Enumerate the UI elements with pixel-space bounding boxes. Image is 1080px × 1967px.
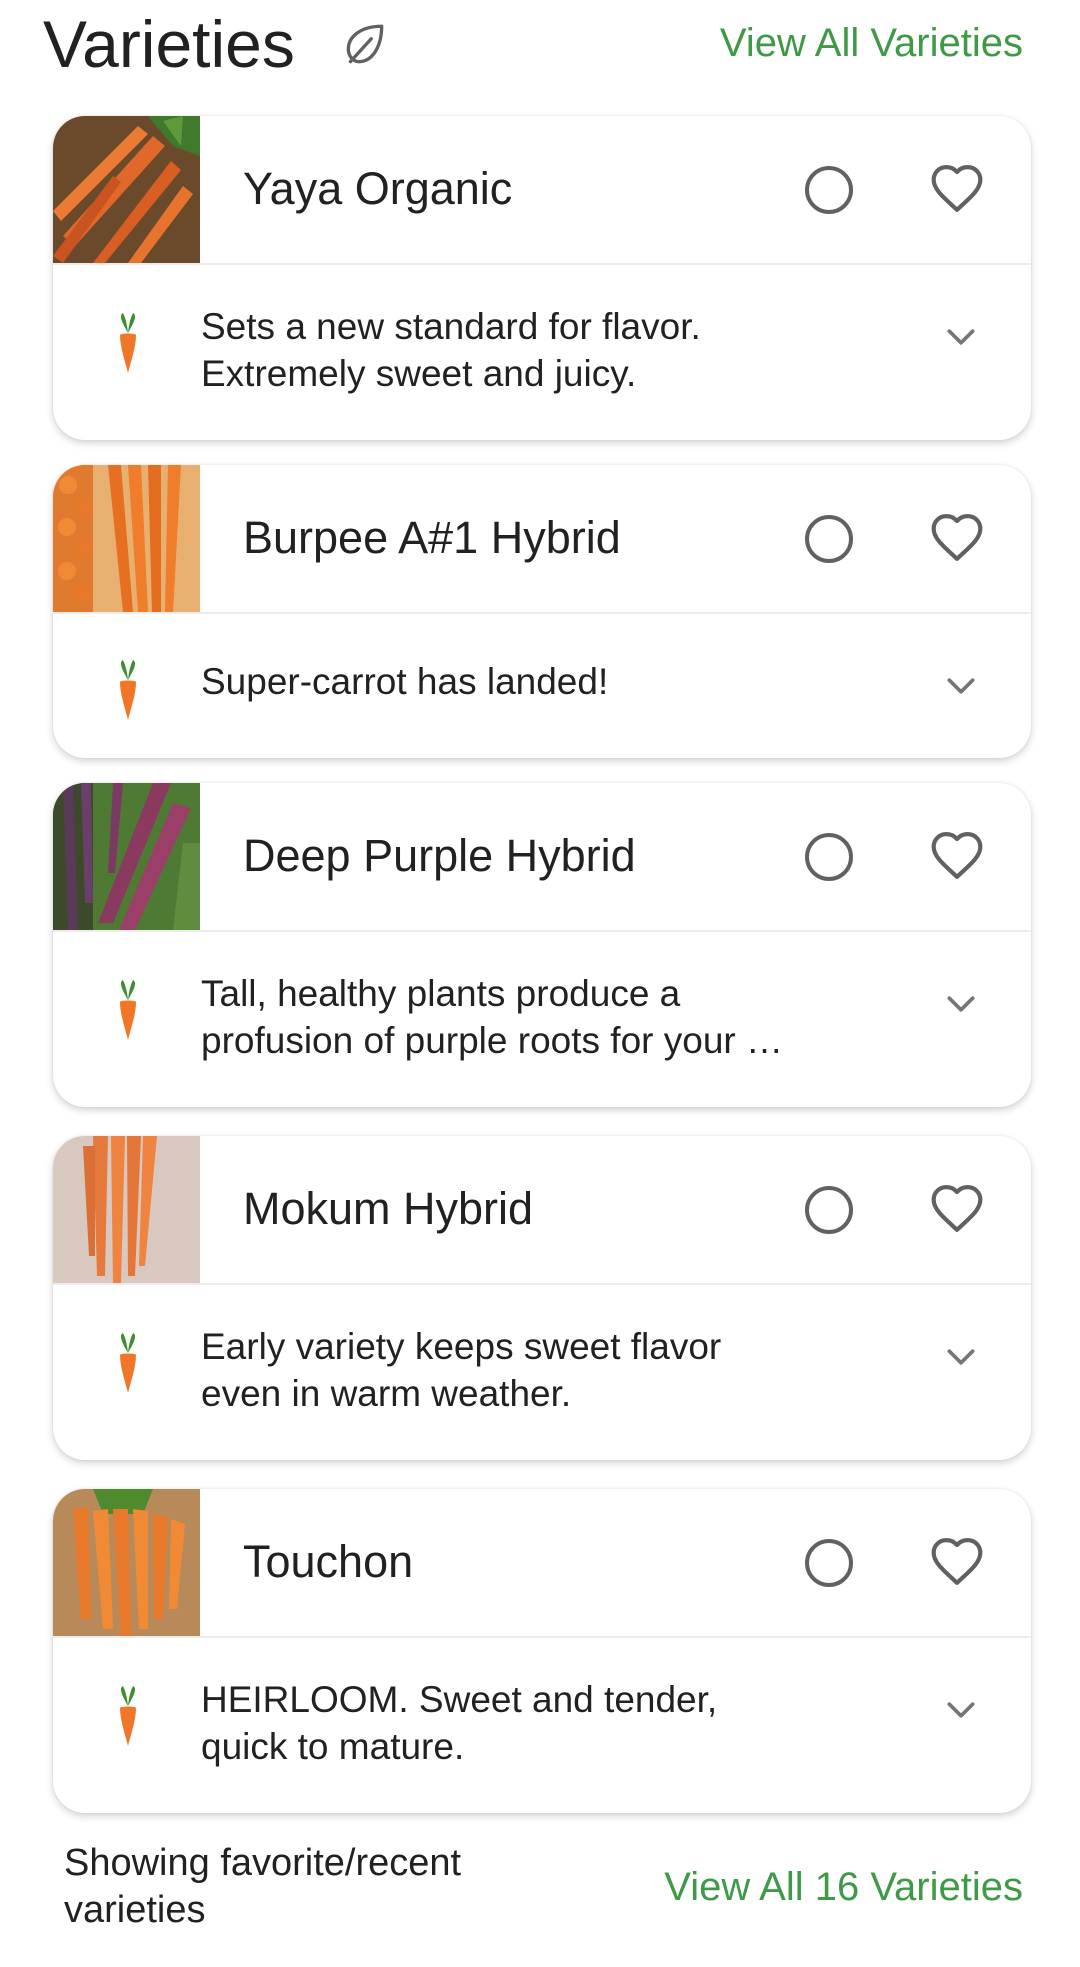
circle-outline-icon[interactable]: [803, 1537, 855, 1589]
variety-description: HEIRLOOM. Sweet and tender, quick to mat…: [201, 1676, 821, 1770]
carrot-icon: [120, 313, 136, 373]
variety-card-burpee-a1-hybrid[interactable]: Burpee A#1 Hybrid Super-carrot has lande…: [53, 465, 1031, 758]
carrot-icon: [120, 980, 136, 1040]
circle-outline-icon[interactable]: [803, 1184, 855, 1236]
chevron-down-icon[interactable]: [941, 666, 981, 706]
variety-card-deep-purple-hybrid[interactable]: Deep Purple Hybrid Tall, healthy plants …: [53, 783, 1031, 1107]
variety-card-yaya-organic[interactable]: Yaya Organic Sets a new standard for fla…: [53, 116, 1031, 440]
heart-outline-icon[interactable]: [929, 1182, 985, 1238]
chevron-down-icon[interactable]: [941, 1690, 981, 1730]
variety-card-header[interactable]: Yaya Organic: [53, 116, 1031, 265]
carrot-icon: [120, 1333, 136, 1393]
page-title: Varieties: [43, 7, 295, 81]
variety-description: Super-carrot has landed!: [201, 658, 821, 705]
variety-card-header[interactable]: Deep Purple Hybrid: [53, 783, 1031, 932]
footer-note: Showing favorite/recent varieties: [64, 1840, 584, 1934]
description-line: Sets a new standard for flavor.: [201, 306, 701, 347]
carrot-icon: [120, 660, 136, 720]
variety-name: Deep Purple Hybrid: [243, 830, 636, 881]
description-line: Tall, healthy plants produce a: [201, 973, 681, 1014]
heart-outline-icon[interactable]: [929, 511, 985, 567]
description-line: Early variety keeps sweet flavor: [201, 1326, 722, 1367]
variety-thumbnail: [53, 1136, 200, 1283]
carrot-icon: [120, 1686, 136, 1746]
variety-name: Yaya Organic: [243, 163, 513, 214]
heart-outline-icon[interactable]: [929, 829, 985, 885]
footer-note-line: varieties: [64, 1889, 206, 1931]
description-line: profusion of purple roots for your …: [201, 1020, 784, 1061]
description-line: Super-carrot has landed!: [201, 661, 609, 702]
variety-name: Touchon: [243, 1536, 414, 1587]
description-line: Extremely sweet and juicy.: [201, 353, 637, 394]
circle-outline-icon[interactable]: [803, 513, 855, 565]
section-header: Varieties View All Varieties: [0, 0, 1080, 100]
circle-outline-icon[interactable]: [803, 164, 855, 216]
variety-thumbnail: [53, 465, 200, 612]
chevron-down-icon[interactable]: [941, 317, 981, 357]
heart-outline-icon[interactable]: [929, 1535, 985, 1591]
description-line: HEIRLOOM. Sweet and tender,: [201, 1679, 718, 1720]
variety-description: Tall, healthy plants produce a profusion…: [201, 970, 821, 1064]
leaf-icon: [346, 24, 384, 64]
description-line: quick to mature.: [201, 1726, 465, 1767]
chevron-down-icon[interactable]: [941, 1337, 981, 1377]
circle-outline-icon[interactable]: [803, 831, 855, 883]
footer-note-line: Showing favorite/recent: [64, 1842, 462, 1884]
variety-name: Burpee A#1 Hybrid: [243, 512, 621, 563]
variety-card-header[interactable]: Mokum Hybrid: [53, 1136, 1031, 1285]
variety-description: Early variety keeps sweet flavor even in…: [201, 1323, 821, 1417]
variety-card-mokum-hybrid[interactable]: Mokum Hybrid Early variety keeps sweet f…: [53, 1136, 1031, 1460]
variety-name: Mokum Hybrid: [243, 1183, 534, 1234]
variety-thumbnail: [53, 1489, 200, 1636]
variety-card-header[interactable]: Burpee A#1 Hybrid: [53, 465, 1031, 614]
variety-thumbnail: [53, 783, 200, 930]
variety-card-header[interactable]: Touchon: [53, 1489, 1031, 1638]
description-line: even in warm weather.: [201, 1373, 572, 1414]
chevron-down-icon[interactable]: [941, 984, 981, 1024]
variety-card-touchon[interactable]: Touchon HEIRLOOM. Sweet and tender, quic…: [53, 1489, 1031, 1813]
heart-outline-icon[interactable]: [929, 162, 985, 218]
variety-thumbnail: [53, 116, 200, 263]
view-all-varieties-link[interactable]: View All Varieties: [720, 18, 1023, 68]
variety-description: Sets a new standard for flavor. Extremel…: [201, 303, 821, 397]
view-all-16-varieties-link[interactable]: View All 16 Varieties: [664, 1862, 1023, 1912]
